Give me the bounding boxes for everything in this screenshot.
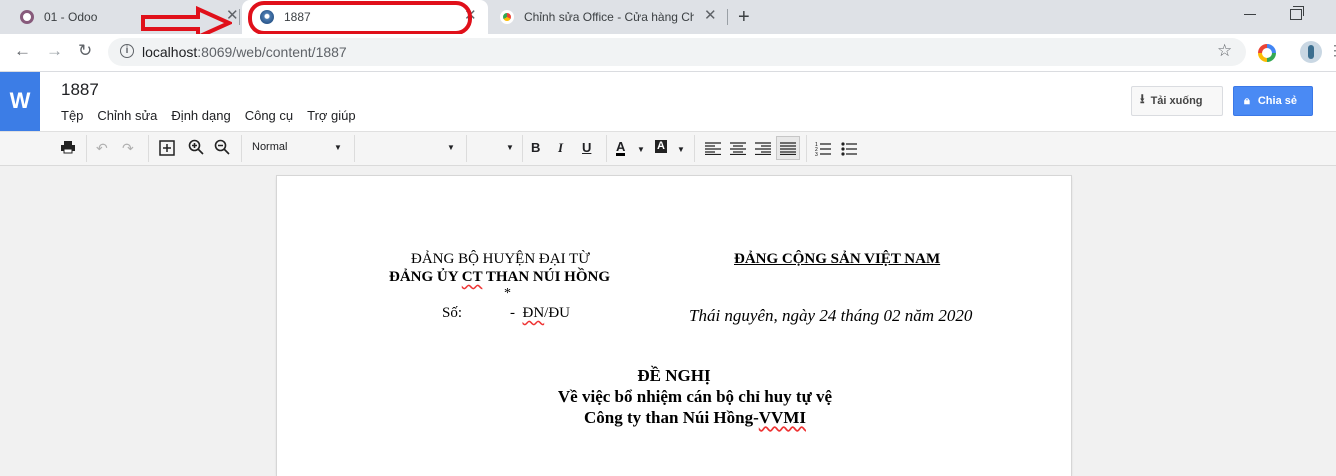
share-button[interactable]: 🔒︎ Chia sẻ — [1233, 86, 1313, 116]
underline-button[interactable]: U — [582, 140, 591, 156]
lock-icon: 🔒︎ — [1244, 94, 1250, 107]
font-color-button[interactable]: A — [616, 140, 626, 156]
url-text[interactable]: localhost:8069/web/content/1887 — [142, 44, 347, 60]
highlight-color-button[interactable]: A — [655, 140, 667, 153]
toolbar-divider — [148, 135, 149, 162]
italic-button[interactable]: I — [558, 140, 563, 156]
app-header: W 1887 Tệp Chỉnh sửa Định dạng Công cụ T… — [0, 72, 1336, 131]
toolbar-divider — [522, 135, 523, 162]
document-heading: ĐỀ NGHỊ — [637, 366, 711, 385]
menu-help[interactable]: Trợ giúp — [307, 108, 356, 123]
subtitle-part: Công ty than Núi Hồng- — [584, 408, 759, 427]
formatting-toolbar: ↶ ↷ Normal ▼ ▼ ▼ B I U A ▼ A ▼ 123 — [0, 131, 1336, 166]
redo-icon[interactable]: ↷ — [122, 140, 134, 156]
menu-edit[interactable]: Chỉnh sửa — [97, 108, 157, 123]
close-icon[interactable]: ✕ — [704, 8, 717, 24]
toolbar-divider — [606, 135, 607, 162]
tab-title: 01 - Odoo — [44, 10, 98, 24]
extension-icon[interactable] — [1258, 44, 1276, 62]
download-label: Tải xuống — [1150, 95, 1203, 107]
national-party-header: ĐẢNG CỘNG SẢN VIỆT NAM — [734, 251, 941, 267]
info-icon[interactable]: i — [120, 44, 134, 58]
date-line: Thái nguyên, ngày 24 tháng 02 năm 2020 — [689, 306, 973, 325]
share-label: Chia sẻ — [1257, 95, 1297, 107]
separator-star: * — [504, 286, 511, 301]
align-right-icon[interactable] — [755, 142, 771, 158]
download-icon: ⭳ — [1140, 91, 1145, 106]
toolbar-divider — [354, 135, 355, 162]
chevron-down-icon: ▼ — [506, 143, 514, 152]
menu-bar: Tệp Chỉnh sửa Định dạng Công cụ Trợ giúp — [61, 108, 370, 123]
party-committee-header: ĐẢNG BỘ HUYỆN ĐẠI TỪ — [411, 251, 590, 267]
tab-title: Chỉnh sửa Office - Cửa hàng Chrome — [524, 10, 694, 24]
document-subtitle-1: Về việc bổ nhiệm cán bộ chỉ huy tự vệ — [557, 387, 833, 406]
zoom-in-icon[interactable] — [188, 139, 204, 158]
doc-number-suffix: /ĐU — [544, 305, 571, 321]
bookmark-star-icon[interactable]: ☆ — [1217, 41, 1232, 61]
red-annotation-oval — [248, 1, 472, 35]
tab-chrome-store[interactable]: Chỉnh sửa Office - Cửa hàng Chrome ✕ — [500, 0, 726, 34]
new-tab-button[interactable]: + — [738, 6, 750, 29]
chevron-down-icon[interactable]: ▼ — [637, 142, 645, 158]
chevron-down-icon[interactable]: ▼ — [677, 142, 685, 158]
subtitle-part-spellcheck: VVMI — [758, 408, 806, 427]
menu-tools[interactable]: Công cụ — [245, 108, 293, 123]
align-left-icon[interactable] — [705, 142, 721, 158]
toolbar-divider — [241, 135, 242, 162]
back-icon[interactable]: ← — [14, 41, 31, 61]
document-subtitle-2: Công ty than Núi Hồng-VVMI — [277, 408, 1113, 428]
download-button[interactable]: ⭳ Tải xuống — [1131, 86, 1223, 116]
menu-file[interactable]: Tệp — [61, 108, 83, 123]
fit-page-icon[interactable] — [158, 139, 176, 160]
url-host: localhost — [142, 44, 198, 60]
paragraph-style-select[interactable]: Normal ▼ — [252, 141, 344, 153]
numbered-list-icon[interactable]: 123 — [815, 141, 831, 159]
undo-icon[interactable]: ↶ — [96, 140, 108, 156]
more-menu-icon[interactable]: ⋮ — [1328, 42, 1336, 59]
odoo-favicon-icon — [20, 10, 34, 24]
address-bar[interactable]: i localhost:8069/web/content/1887 ☆ — [108, 38, 1246, 66]
toolbar-divider — [806, 135, 807, 162]
tab-divider — [239, 9, 240, 25]
toolbar-divider — [86, 135, 87, 162]
document-page[interactable]: ĐẢNG BỘ HUYỆN ĐẠI TỪ ĐẢNG ỦY CT THAN NÚI… — [277, 176, 1071, 476]
toolbar-divider — [694, 135, 695, 162]
header-part-spellcheck: CT — [461, 269, 483, 285]
print-icon[interactable] — [60, 140, 76, 157]
zoom-out-icon[interactable] — [214, 139, 230, 158]
reload-icon[interactable]: ↻ — [78, 41, 92, 61]
bulleted-list-icon[interactable] — [841, 141, 857, 159]
word-logo: W — [0, 72, 40, 131]
document-title[interactable]: 1887 — [61, 80, 99, 100]
profile-avatar[interactable] — [1300, 41, 1322, 63]
company-party-header: ĐẢNG ỦY CT THAN NÚI HỒNG — [389, 269, 610, 286]
doc-number-dash: - — [510, 305, 515, 321]
restore-window-icon[interactable] — [1290, 6, 1304, 20]
header-part: ĐẢNG ỦY — [389, 269, 462, 285]
doc-number-code: ĐN — [522, 305, 545, 321]
menu-format[interactable]: Định dạng — [171, 108, 230, 123]
forward-icon[interactable]: → — [46, 41, 63, 61]
toolbar-divider — [466, 135, 467, 162]
doc-number-label: Số: — [442, 305, 463, 321]
bold-button[interactable]: B — [531, 140, 540, 156]
chevron-down-icon: ▼ — [334, 143, 342, 152]
tab-divider — [727, 9, 728, 25]
url-path: :8069/web/content/1887 — [197, 44, 347, 60]
browser-toolbar: ← → ↻ i localhost:8069/web/content/1887 … — [0, 34, 1336, 72]
doc-number-value: - ĐN/ĐU — [510, 305, 570, 322]
chevron-down-icon: ▼ — [447, 143, 455, 152]
align-center-icon[interactable] — [730, 142, 746, 158]
header-part: THAN NÚI HỒNG — [482, 269, 611, 285]
svg-text:3: 3 — [815, 152, 818, 156]
style-value: Normal — [252, 141, 288, 153]
chrome-webstore-favicon-icon — [500, 10, 514, 24]
minimize-icon[interactable] — [1244, 14, 1256, 15]
justify-icon[interactable] — [776, 136, 800, 160]
